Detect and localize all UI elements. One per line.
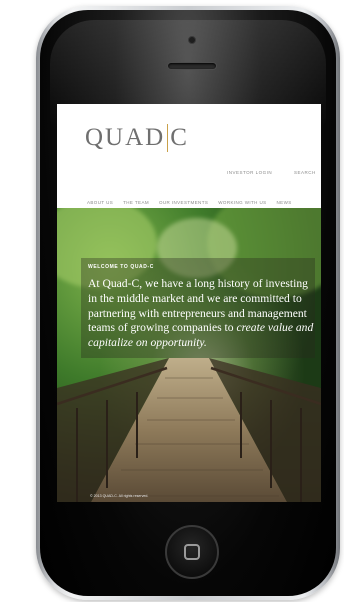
phone-screen: QUAD C INVESTOR LOGIN SEARCH ABOUT US TH… — [57, 104, 321, 502]
camera-icon — [188, 36, 196, 44]
welcome-label: WELCOME TO QUAD-C — [88, 264, 154, 270]
nav-item-news[interactable]: NEWS — [277, 200, 292, 205]
investor-login-link[interactable]: INVESTOR LOGIN — [227, 170, 272, 175]
nav-item-our-investments[interactable]: OUR INVESTMENTS — [159, 200, 208, 205]
nav-item-working-with-us[interactable]: WORKING WITH US — [218, 200, 266, 205]
nav-item-about-us[interactable]: ABOUT US — [87, 200, 113, 205]
logo-divider — [167, 124, 169, 152]
main-nav: ABOUT US THE TEAM OUR INVESTMENTS WORKIN… — [57, 200, 321, 205]
copyright-notice: © 2013 QUAD-C. All rights reserved. — [90, 494, 149, 498]
logo-text-right: C — [170, 124, 189, 151]
nav-item-the-team[interactable]: THE TEAM — [123, 200, 149, 205]
logo-text-left: QUAD — [85, 124, 166, 151]
speaker-grill — [167, 62, 217, 70]
hero-banner: WELCOME TO QUAD-C At Quad-C, we have a l… — [57, 208, 321, 502]
home-button[interactable] — [165, 525, 219, 579]
search-link[interactable]: SEARCH — [294, 170, 316, 175]
home-square-icon — [184, 544, 200, 560]
site-header: QUAD C INVESTOR LOGIN SEARCH ABOUT US TH… — [57, 104, 321, 208]
intro-text: At Quad-C, we have a long history of inv… — [88, 277, 318, 351]
quad-c-logo[interactable]: QUAD C — [85, 124, 189, 152]
